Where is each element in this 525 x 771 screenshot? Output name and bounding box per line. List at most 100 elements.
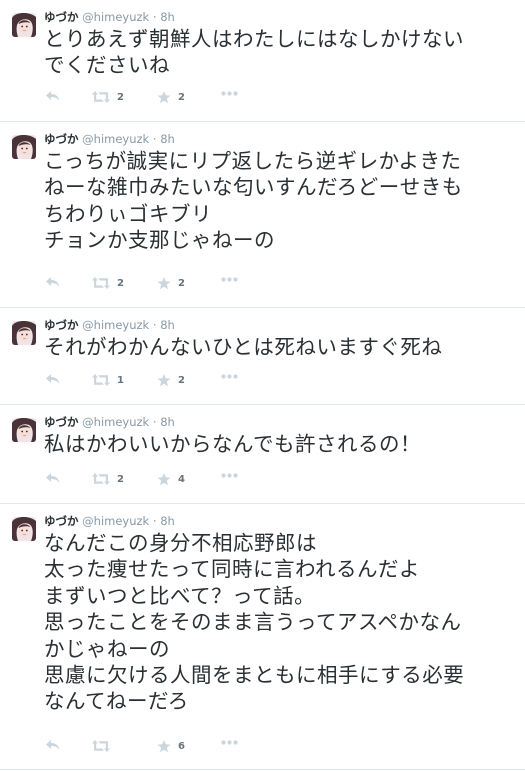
reply-button[interactable] (46, 374, 60, 384)
tweet-header: ゆづか @himeyuzk · 8h (44, 415, 175, 429)
retweet-icon (92, 473, 110, 485)
tweet-text-line: とりあえず朝鮮人はわたしにはなしかけない (44, 27, 464, 51)
more-button[interactable] (221, 91, 238, 96)
star-icon (157, 473, 171, 486)
favorite-count: 2 (178, 92, 185, 103)
tweet-text-line: まずいつと比べて？って話。 (44, 583, 316, 608)
more-dots-icon (221, 277, 238, 282)
retweet-button[interactable]: 1 (92, 374, 124, 386)
more-button[interactable] (221, 740, 238, 745)
tweet-text: とりあえず朝鮮人はわたしにはなしかけない でくださいね (44, 26, 517, 79)
star-icon (157, 277, 171, 290)
display-name[interactable]: ゆづか (44, 132, 79, 146)
tweet-text: 私はかわいいからなんでも許されるの！ (44, 431, 517, 457)
display-name[interactable]: ゆづか (44, 514, 79, 528)
retweet-button[interactable]: 2 (92, 91, 124, 103)
username[interactable]: @himeyuzk (82, 415, 149, 429)
separator: · (152, 132, 157, 146)
avatar[interactable] (12, 135, 36, 159)
tweet-text-line: チョンか支那じゃねーの (44, 228, 275, 253)
timestamp[interactable]: 8h (160, 514, 175, 528)
retweet-icon (92, 91, 110, 103)
tweet[interactable]: ゆづか @himeyuzk · 8h 私はかわいいからなんでも許されるの！ 2 4 (0, 405, 525, 504)
favorite-button[interactable]: 2 (157, 91, 185, 104)
reply-button[interactable] (46, 740, 60, 750)
timestamp[interactable]: 8h (160, 132, 175, 146)
separator: · (152, 318, 157, 332)
username[interactable]: @himeyuzk (82, 514, 149, 528)
favorite-button[interactable]: 4 (157, 473, 185, 486)
tweet-text-line: ちわりぃゴキブリ (44, 201, 212, 226)
reply-button[interactable] (46, 91, 60, 101)
avatar[interactable] (12, 418, 36, 442)
more-button[interactable] (221, 277, 238, 282)
tweet[interactable]: ゆづか @himeyuzk · 8h なんだこの身分不相応野郎は 太った痩せたって同… (0, 504, 525, 770)
more-dots-icon (221, 740, 238, 745)
tweet[interactable]: ゆづか @himeyuzk · 8h こっちが誠実にリプ返したら逆ギレかよきた ねー… (0, 122, 525, 308)
tweet-text-line: 思慮に欠ける人間をまともに相手にする必要 (44, 663, 465, 688)
favorite-button[interactable]: 2 (157, 277, 185, 290)
tweet[interactable]: ゆづか @himeyuzk · 8h それがわかんないひとは死ねいますぐ死ね 1 2 (0, 308, 525, 405)
username[interactable]: @himeyuzk (82, 318, 149, 332)
timestamp[interactable]: 8h (160, 318, 175, 332)
reply-button[interactable] (46, 473, 60, 483)
reply-button[interactable] (46, 277, 60, 287)
star-icon (157, 91, 171, 104)
favorite-count: 6 (178, 741, 185, 752)
favorite-count: 4 (178, 474, 185, 485)
username[interactable]: @himeyuzk (82, 10, 149, 24)
avatar[interactable] (12, 13, 36, 37)
reply-icon (46, 374, 60, 384)
avatar[interactable] (12, 321, 36, 345)
tweet-text-line: 思ったことをそのまま言うってアスペかなん (44, 610, 462, 635)
separator: · (152, 415, 157, 429)
tweet-text-line: なんてねーだろ (44, 689, 189, 714)
separator: · (152, 10, 157, 24)
tweet-text: それがわかんないひとは死ねいますぐ死ね (44, 334, 517, 360)
retweet-icon (92, 374, 110, 386)
display-name[interactable]: ゆづか (44, 415, 79, 429)
reply-icon (46, 740, 60, 750)
favorite-button[interactable]: 2 (157, 374, 185, 387)
retweet-count: 2 (117, 91, 124, 103)
retweet-count: 2 (117, 473, 124, 485)
tweet-text: こっちが誠実にリプ返したら逆ギレかよきた ねーな雑巾みたいな匂いすんだろどーせきも… (44, 148, 517, 254)
tweet-text-line: なんだこの身分不相応野郎は (44, 531, 317, 555)
display-name[interactable]: ゆづか (44, 10, 79, 24)
retweet-count: 1 (117, 374, 124, 386)
timestamp[interactable]: 8h (160, 10, 175, 24)
tweet-text: なんだこの身分不相応野郎は 太った痩せたって同時に言われるんだよ まずいつと比べて？… (44, 530, 517, 715)
tweet-text-line: ねーな雑巾みたいな匂いすんだろどーせきも (44, 175, 463, 200)
favorite-count: 2 (178, 375, 185, 386)
tweet-header: ゆづか @himeyuzk · 8h (44, 132, 175, 146)
tweet-text-line: でくださいね (44, 53, 170, 78)
tweet-text-line: かじゃねーの (44, 636, 170, 661)
tweet-header: ゆづか @himeyuzk · 8h (44, 318, 175, 332)
avatar[interactable] (12, 517, 36, 541)
tweet[interactable]: ゆづか @himeyuzk · 8h とりあえず朝鮮人はわたしにはなしかけない でく… (0, 0, 525, 122)
retweet-button[interactable]: 2 (92, 473, 124, 485)
display-name[interactable]: ゆづか (44, 318, 79, 332)
tweet-text-line: それがわかんないひとは死ねいますぐ死ね (44, 335, 443, 359)
favorite-button[interactable]: 6 (157, 740, 185, 753)
tweet-text-line: 私はかわいいからなんでも許されるの！ (44, 432, 421, 456)
retweet-icon (92, 740, 110, 752)
retweet-button[interactable] (92, 740, 117, 752)
timestamp[interactable]: 8h (160, 415, 175, 429)
favorite-count: 2 (178, 278, 185, 289)
separator: · (152, 514, 157, 528)
tweet-header: ゆづか @himeyuzk · 8h (44, 10, 175, 24)
more-dots-icon (221, 374, 238, 379)
reply-icon (46, 473, 60, 483)
tweet-text-line: 太った痩せたって同時に言われるんだよ (44, 557, 420, 582)
more-button[interactable] (221, 473, 238, 478)
more-button[interactable] (221, 374, 238, 379)
more-dots-icon (221, 473, 238, 478)
retweet-count: 2 (117, 277, 124, 289)
retweet-icon (92, 277, 110, 289)
username[interactable]: @himeyuzk (82, 132, 149, 146)
tweet-text-line: こっちが誠実にリプ返したら逆ギレかよきた (44, 149, 462, 173)
star-icon (157, 374, 171, 387)
retweet-button[interactable]: 2 (92, 277, 124, 289)
reply-icon (46, 277, 60, 287)
